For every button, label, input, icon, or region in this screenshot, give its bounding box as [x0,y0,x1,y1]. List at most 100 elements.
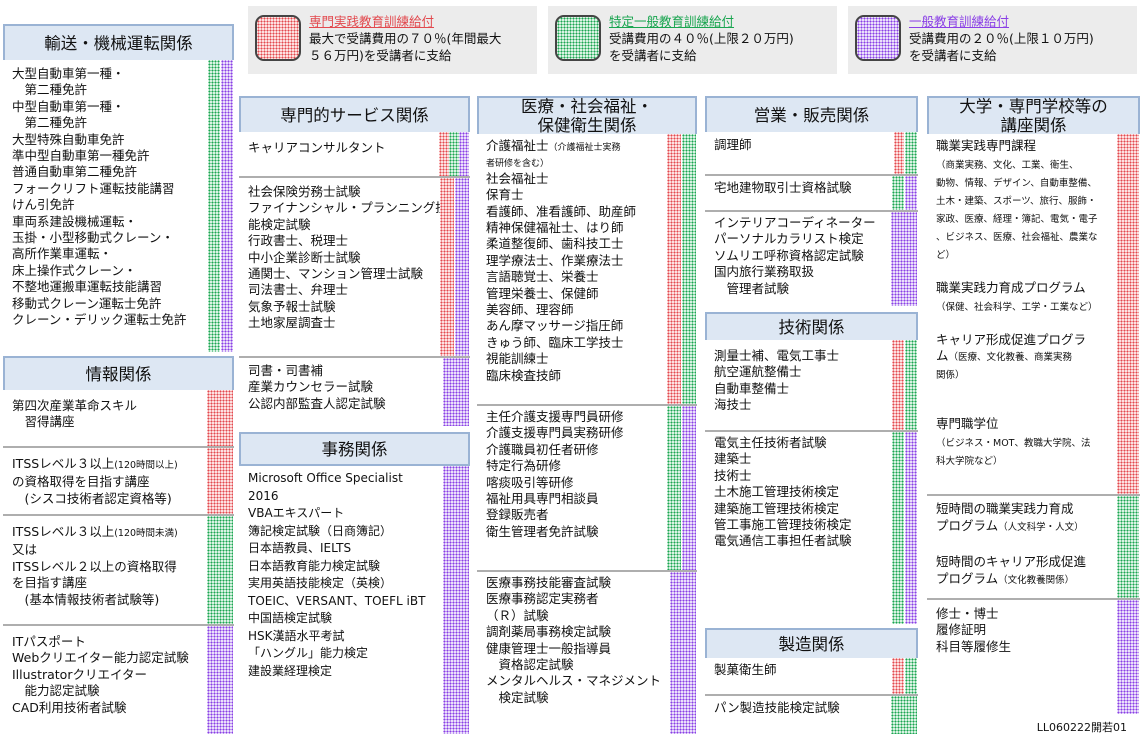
course-group: 大型自動車第一種・ 第二種免許 中型自動車第一種・ 第二種免許 大型特殊自動車免… [3,60,234,352]
benefit-stripe [208,60,220,352]
course-list: 第四次産業革命スキル 習得講座 [12,398,138,430]
course-list: 宅地建物取引士資格試験 [714,180,852,195]
course-group: 司書・司書補 産業カウンセラー試験 公認内部監査人認定試験 [239,356,470,426]
course-group: 職業実践専門課程 （商業実務、文化、工業、衛生、 動物、情報、デザイン、自動車整… [927,134,1140,494]
legend-specialized: 専門実践教育訓練給付最大で受講費用の７０％(年間最大 ５６万円)を受講者に支給 [248,6,537,74]
benefit-stripe [892,658,904,694]
benefit-stripe [891,212,917,306]
benefit-stripe [905,132,917,174]
course-group: ITSSレベル３以上(120時間以上) の資格取得を目指す講座 (シスコ技術者認… [3,446,234,514]
section-office: 事務関係 Microsoft Office Specialist 2016 VB… [239,432,470,734]
benefit-stripe [905,176,917,210]
benefit-stripe [682,134,696,404]
benefit-stripe [443,466,469,734]
course-group: 短時間の職業実践力育成 プログラム（人文科学・人文） 短時間のキャリア形成促進 … [927,494,1140,598]
legend-specific-general: 特定一般教育訓練給付 受講費用の４０％(上限２０万円) を受講者に支給 [548,6,837,74]
course-list: ITパスポート Webクリエイター能力認定試験 Illustratorクリエイタ… [12,634,189,715]
course-list: 医療事務技能審査試験 医療事務認定実務者 （Ｒ）試験 調剤薬局事務検定試験 健康… [486,575,662,705]
benefit-stripe [892,340,904,430]
benefit-stripe [905,658,917,694]
section-title: 情報関係 [3,356,234,392]
section-manufacturing: 製造関係 製菓衛生師 パン製造技能検定試験 [705,628,918,734]
benefit-stripe [207,516,233,624]
course-group: 介護福祉士（介護福祉士実務 者研修を含む） 社会福祉士 保育士 看護師、准看護師… [477,134,697,404]
benefit-stripe [1117,134,1139,494]
section-sales: 営業・販売関係 調理師 宅地建物取引士資格試験 インテリアコーディネーター パー… [705,96,918,306]
benefit-stripe [459,132,469,176]
course-list: 製菓衛生師 [714,662,777,677]
course-list: 電気主任技術者試験 建築士 技術士 土木施工管理技術検定 建築施工管理技術検定 … [714,435,852,549]
benefit-stripe [440,178,454,356]
benefit-stripe [670,572,696,734]
section-title: 専門的サービス関係 [239,96,470,134]
section-medical: 医療・社会福祉・ 保健衛生関係 介護福祉士（介護福祉士実務 者研修を含む） 社会… [477,96,697,734]
course-list: 職業実践専門課程 （商業実務、文化、工業、衛生、 動物、情報、デザイン、自動車整… [936,138,1098,467]
section-title: 技術関係 [705,312,918,342]
course-list: 測量士補、電気工事士 航空運航整備士 自動車整備士 海技士 [714,348,840,413]
benefit-stripe [221,60,233,352]
course-list: ITSSレベル３以上(120時間以上) の資格取得を目指す講座 (シスコ技術者認… [12,456,178,506]
benefit-stripe [891,696,917,734]
course-list: 修士・博士 履修証明 科目等履修生 [936,606,1012,654]
benefit-stripe [439,132,449,176]
benefit-stripe [1117,600,1139,714]
benefit-stripe [892,176,904,210]
course-group: パン製造技能検定試験 [705,694,918,734]
benefit-stripe [443,358,469,426]
course-group: ITSSレベル３以上(120時間未満) 又は ITSSレベル２以上の資格取得 を… [3,514,234,624]
course-group: キャリアコンサルタント [239,132,470,176]
document-code: LL060222開若01 [1036,721,1127,734]
section-transport: 輸送・機械運転関係 大型自動車第一種・ 第二種免許 中型自動車第一種・ 第二種免… [3,24,234,352]
course-group: 修士・博士 履修証明 科目等履修生 [927,598,1140,714]
benefit-stripe [894,132,904,174]
section-title: 事務関係 [239,432,470,466]
course-list: Microsoft Office Specialist 2016 VBAエキスパ… [248,471,426,678]
section-title: 輸送・機械運転関係 [3,24,234,62]
section-it: 情報関係 第四次産業革命スキル 習得講座 ITSSレベル３以上(120時間以上)… [3,356,234,734]
section-title: 大学・専門学校等の 講座関係 [927,96,1140,136]
benefit-stripe [905,432,917,624]
course-list: 司書・司書補 産業カウンセラー試験 公認内部監査人認定試験 [248,363,386,411]
course-list: 社会保険労務士試験 ファイナンシャル・プランニング技 能検定試験 行政書士、税理… [248,184,448,331]
course-list: 大型自動車第一種・ 第二種免許 中型自動車第一種・ 第二種免許 大型特殊自動車免… [12,66,187,328]
legend-title: 専門実践教育訓練給付 [309,14,435,29]
benefit-stripe [455,178,469,356]
red-swatch-icon [255,15,301,61]
course-group: 第四次産業革命スキル 習得講座 [3,390,234,446]
legend-body: 最大で受講費用の７０％(年間最大 ５６万円)を受講者に支給 [309,31,502,63]
section-professional: 専門的サービス関係 キャリアコンサルタント 社会保険労務士試験 ファイナンシャル… [239,96,470,426]
course-list: 主任介護支援専門員研修 介護支援専門員実務研修 介護職員初任者研修 特定行為研修… [486,409,624,539]
section-university: 大学・専門学校等の 講座関係 職業実践専門課程 （商業実務、文化、工業、衛生、 … [927,96,1140,714]
course-list: 短時間の職業実践力育成 プログラム（人文科学・人文） 短時間のキャリア形成促進 … [936,501,1087,586]
benefit-stripe [1117,496,1139,598]
benefit-stripe [682,406,696,570]
course-group: 社会保険労務士試験 ファイナンシャル・プランニング技 能検定試験 行政書士、税理… [239,176,470,356]
course-group: 電気主任技術者試験 建築士 技術士 土木施工管理技術検定 建築施工管理技術検定 … [705,430,918,624]
benefit-stripe [667,134,681,404]
legend-body: 受講費用の２０％(上限１０万円) を受講者に支給 [909,31,1094,63]
course-list: 介護福祉士（介護福祉士実務 者研修を含む） 社会福祉士 保育士 看護師、准看護師… [486,138,637,383]
course-group: インテリアコーディネーター パーソナルカラリスト検定 ソムリエ呼称資格認定試験 … [705,210,918,306]
section-title: 製造関係 [705,628,918,660]
course-list: インテリアコーディネーター パーソナルカラリスト検定 ソムリエ呼称資格認定試験 … [714,215,876,296]
benefit-stripe [449,132,459,176]
course-group: 医療事務技能審査試験 医療事務認定実務者 （Ｒ）試験 調剤薬局事務検定試験 健康… [477,570,697,734]
course-group: ITパスポート Webクリエイター能力認定試験 Illustratorクリエイタ… [3,624,234,734]
course-group: 調理師 [705,132,918,174]
section-title: 営業・販売関係 [705,96,918,134]
course-group: Microsoft Office Specialist 2016 VBAエキスパ… [239,466,470,734]
section-technical: 技術関係 測量士補、電気工事士 航空運航整備士 自動車整備士 海技士 電気主任技… [705,312,918,624]
benefit-stripe [892,432,904,624]
benefit-stripe [207,448,233,514]
benefit-stripe [667,406,681,570]
course-list: ITSSレベル３以上(120時間未満) 又は ITSSレベル２以上の資格取得 を… [12,524,178,607]
course-group: 製菓衛生師 [705,658,918,694]
benefit-stripe [207,390,233,446]
benefit-stripe [207,626,233,734]
course-list: キャリアコンサルタント [248,140,386,155]
course-list: 調理師 [714,137,752,152]
course-group: 測量士補、電気工事士 航空運航整備士 自動車整備士 海技士 [705,340,918,430]
legend-general: 一般教育訓練給付受講費用の２０％(上限１０万円) を受講者に支給 [848,6,1137,74]
legend-title: 一般教育訓練給付 [909,14,1010,29]
course-group: 宅地建物取引士資格試験 [705,174,918,210]
